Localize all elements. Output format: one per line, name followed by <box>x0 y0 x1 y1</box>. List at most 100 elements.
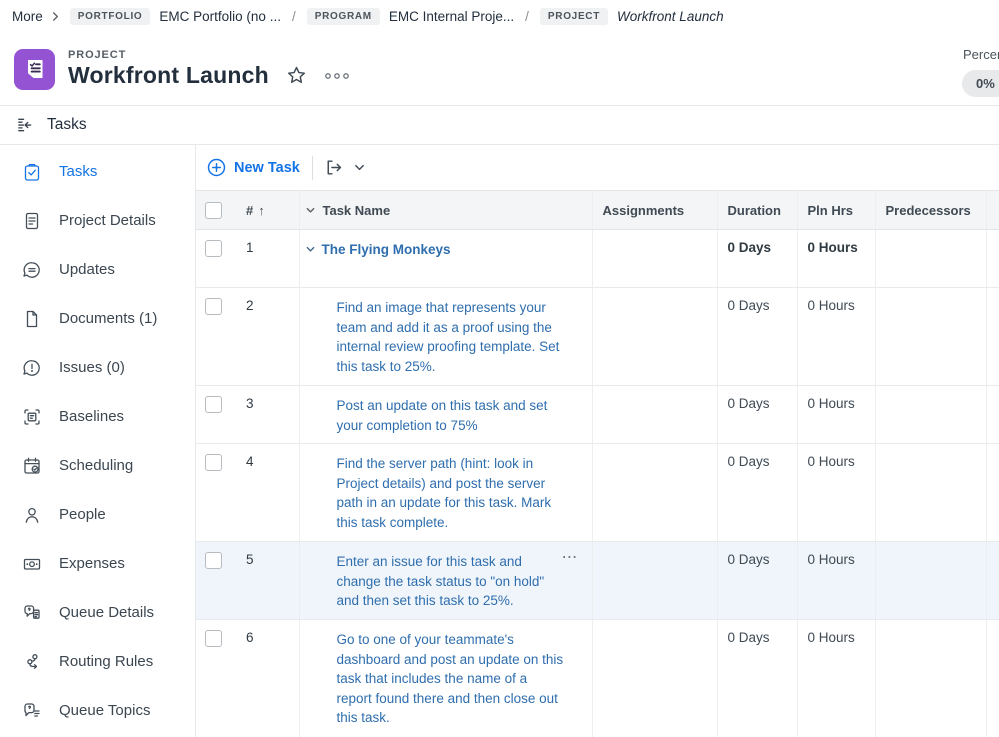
task-duration: 0 Days <box>717 443 798 542</box>
row-select-cell <box>196 229 232 288</box>
duration-header-label: Duration <box>727 202 781 218</box>
number-header-label: # <box>246 202 254 218</box>
task-assignments <box>592 385 718 444</box>
row-checkbox[interactable] <box>205 552 222 569</box>
task-name-cell: Find an image that represents your team … <box>299 287 593 386</box>
task-duration: 0 Days <box>717 385 798 444</box>
export-button[interactable] <box>323 157 366 178</box>
new-task-button[interactable]: New Task <box>206 157 300 178</box>
row-more-icon[interactable]: ⋯ <box>562 550 579 566</box>
tasks-icon <box>22 162 42 182</box>
task-planned-hours: 0 Hours <box>797 229 876 288</box>
table-row: 2 Find an image that represents your tea… <box>196 287 999 386</box>
breadcrumb-item-label[interactable]: EMC Portfolio (no ... <box>159 9 281 24</box>
empty-cell <box>986 287 999 386</box>
sidebar-item-issues[interactable]: Issues (0) <box>0 343 195 392</box>
task-predecessors <box>875 229 987 288</box>
sidebar-item-routing-rules[interactable]: Routing Rules <box>0 637 195 686</box>
project-details-icon <box>22 211 42 231</box>
task-predecessors <box>875 287 987 386</box>
task-name-link[interactable]: Go to one of your teammate's dashboard a… <box>337 630 565 728</box>
row-checkbox[interactable] <box>205 454 222 471</box>
column-header-number[interactable]: # ↑ <box>232 190 300 230</box>
task-assignments <box>592 619 718 737</box>
task-name-link[interactable]: The Flying Monkeys <box>322 240 451 260</box>
table-row: 3 Post an update on this task and set yo… <box>196 385 999 444</box>
select-all-checkbox[interactable] <box>205 201 222 219</box>
task-duration: 0 Days <box>717 541 798 620</box>
percent-complete-label: Percer <box>963 47 999 62</box>
task-planned-hours: 0 Hours <box>797 619 876 737</box>
row-checkbox[interactable] <box>205 396 222 413</box>
ellipsis-icon[interactable] <box>324 71 350 81</box>
sidebar-item-scheduling[interactable]: Scheduling <box>0 441 195 490</box>
updates-icon <box>22 260 42 280</box>
left-nav: Tasks Project Details Updates Documents (1)… <box>0 145 196 737</box>
sidebar-item-people[interactable]: People <box>0 490 195 539</box>
project-eyebrow: PROJECT <box>68 49 127 61</box>
column-header-assignments[interactable]: Assignments <box>592 190 718 230</box>
task-name-cell: The Flying Monkeys ⋯ <box>299 229 593 288</box>
baselines-icon <box>22 407 42 427</box>
task-number: 3 <box>232 385 300 444</box>
sidebar-item-project-details[interactable]: Project Details <box>0 196 195 245</box>
sidebar-item-label: Updates <box>59 261 115 278</box>
task-planned-hours: 0 Hours <box>797 443 876 542</box>
chevron-down-icon[interactable] <box>305 205 316 216</box>
empty-cell <box>986 385 999 444</box>
row-select-cell <box>196 541 232 620</box>
row-checkbox[interactable] <box>205 630 222 647</box>
sidebar-item-documents[interactable]: Documents (1) <box>0 294 195 343</box>
column-header-task-name[interactable]: Task Name <box>299 190 593 230</box>
table-row: 4 Find the server path (hint: look in Pr… <box>196 443 999 542</box>
sidebar-item-queue-topics[interactable]: Queue Topics <box>0 686 195 735</box>
task-name-link[interactable]: Enter an issue for this task and change … <box>337 552 565 611</box>
queue-details-icon <box>22 603 42 623</box>
sidebar-item-queue-details[interactable]: Queue Details <box>0 588 195 637</box>
task-assignments <box>592 287 718 386</box>
task-predecessors <box>875 443 987 542</box>
task-number: 5 <box>232 541 300 620</box>
task-name-link[interactable]: Find an image that represents your team … <box>337 298 565 376</box>
task-table-body: 1 The Flying Monkeys ⋯ 0 Days 0 Hours 2 … <box>196 229 999 737</box>
sidebar-item-label: Expenses <box>59 555 125 572</box>
sidebar-item-baselines[interactable]: Baselines <box>0 392 195 441</box>
breadcrumb-item-label[interactable]: EMC Internal Proje... <box>389 9 514 24</box>
sidebar-item-label: Routing Rules <box>59 653 154 670</box>
sidebar-item-updates[interactable]: Updates <box>0 245 195 294</box>
collapse-panel-icon[interactable] <box>15 116 34 135</box>
sidebar-item-label: Queue Topics <box>59 702 151 719</box>
chevron-right-icon <box>52 12 58 21</box>
task-planned-hours: 0 Hours <box>797 287 876 386</box>
breadcrumb-separator: / <box>291 9 296 24</box>
breadcrumb: More PORTFOLIO EMC Portfolio (no ... / PROG… <box>0 0 999 33</box>
table-row: 5 Enter an issue for this task and chang… <box>196 541 999 620</box>
task-predecessors <box>875 385 987 444</box>
column-header-pln-hrs[interactable]: Pln Hrs <box>797 190 876 230</box>
row-checkbox[interactable] <box>205 298 222 315</box>
empty-cell <box>986 229 999 288</box>
sidebar-item-expenses[interactable]: Expenses <box>0 539 195 588</box>
breadcrumb-items: PORTFOLIO EMC Portfolio (no ... / PROGRAM EM… <box>69 8 724 25</box>
column-header-predecessors[interactable]: Predecessors <box>875 190 987 230</box>
breadcrumb-more[interactable]: More <box>12 9 61 24</box>
task-name-link[interactable]: Post an update on this task and set your… <box>337 396 565 435</box>
row-select-cell <box>196 443 232 542</box>
sidebar-item-label: Issues (0) <box>59 359 125 376</box>
star-outline-icon[interactable] <box>286 65 307 86</box>
sidebar-item-tasks[interactable]: Tasks <box>0 147 195 196</box>
sidebar-item-label: Tasks <box>59 163 98 180</box>
column-header-duration[interactable]: Duration <box>717 190 798 230</box>
queue-topics-icon <box>22 701 42 721</box>
empty-cell <box>986 541 999 620</box>
chevron-down-icon[interactable] <box>305 244 316 255</box>
sidebar-item-label: Documents (1) <box>59 310 158 327</box>
empty-cell <box>986 443 999 542</box>
breadcrumb-type-badge: PROGRAM <box>306 8 380 25</box>
row-checkbox[interactable] <box>205 240 222 257</box>
task-assignments <box>592 541 718 620</box>
task-name-link[interactable]: Find the server path (hint: look in Proj… <box>337 454 565 532</box>
documents-icon <box>22 309 42 329</box>
sidebar-item-label: People <box>59 506 106 523</box>
breadcrumb-item-label[interactable]: Workfront Launch <box>617 9 724 24</box>
